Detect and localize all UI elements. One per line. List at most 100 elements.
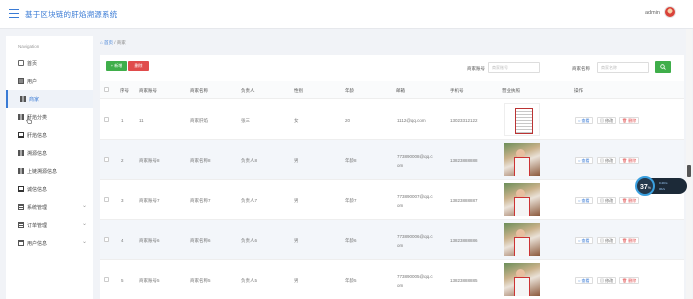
breadcrumb-home[interactable]: ⌂ 首页 bbox=[100, 40, 113, 45]
cell-phone: 13823888886 bbox=[450, 238, 478, 243]
monitor-icon bbox=[18, 132, 24, 138]
view-button[interactable]: ○ 查看 bbox=[575, 117, 593, 124]
search-account-input[interactable]: 商家账号 bbox=[488, 62, 540, 73]
column-header: 性别 bbox=[294, 88, 303, 93]
view-button[interactable]: ○ 查看 bbox=[575, 157, 593, 164]
cell-person: 张三 bbox=[241, 118, 250, 123]
sidebar: Navigation 首页用户商家肝焰分类肝焰信息溯源信息上链溯源信息 诚信信息系… bbox=[6, 36, 93, 299]
table-header: 序号 商家账号 商家名称 负责人 性别 年龄 邮箱 手机号 营业执照 操作 bbox=[100, 81, 684, 99]
cell-person: 负责人7 bbox=[241, 198, 258, 203]
edit-button[interactable]: ▤ 修改 bbox=[597, 117, 617, 124]
edit-button[interactable]: ▤ 修改 bbox=[597, 277, 617, 284]
table-row: 5 商家账号5 商家名称5 负责人5 男 年龄5 773890005@qq.c om 13823… bbox=[100, 260, 684, 299]
table-row: 1 11 商家肝焰 张三女 20 1112@qq.com 13023312122 ○ 查看 ▤ … bbox=[100, 100, 684, 140]
license-image[interactable] bbox=[504, 143, 540, 176]
cell-gender: 男 bbox=[294, 198, 299, 203]
scrollbar-track[interactable] bbox=[686, 29, 692, 299]
search-name-input[interactable]: 商家名称 bbox=[597, 62, 649, 73]
cell-age: 年龄5 bbox=[345, 278, 357, 283]
grid-icon bbox=[18, 114, 24, 120]
nav-title: Navigation bbox=[18, 44, 40, 49]
select-all-checkbox[interactable] bbox=[104, 87, 109, 92]
cell-age: 年龄8 bbox=[345, 158, 357, 163]
avatar[interactable] bbox=[664, 6, 676, 18]
chevron-down-icon: ⌄ bbox=[82, 239, 88, 245]
sidebar-item-label: 商家 bbox=[29, 97, 40, 103]
sidebar-item[interactable]: 首页 bbox=[6, 54, 93, 72]
user-name[interactable]: admin bbox=[645, 10, 660, 16]
column-header: 商家名称 bbox=[190, 88, 208, 93]
row-delete-button[interactable]: 🗑 删除 bbox=[619, 157, 640, 164]
search-name-placeholder: 商家名称 bbox=[601, 65, 617, 70]
cell-email-wrap: om bbox=[397, 243, 404, 248]
network-speed-widget[interactable]: 37% 0.2K/s 0K/s bbox=[635, 176, 687, 196]
view-button[interactable]: ○ 查看 bbox=[575, 277, 593, 284]
cell-index: 5 bbox=[121, 278, 124, 283]
row-delete-button[interactable]: 🗑 删除 bbox=[619, 117, 640, 124]
scrollbar-thumb[interactable] bbox=[687, 165, 691, 177]
row-checkbox[interactable] bbox=[104, 197, 109, 202]
license-image[interactable] bbox=[504, 263, 540, 296]
cell-email: 773890006@qq.c bbox=[397, 234, 433, 239]
grid-icon bbox=[18, 168, 24, 174]
cell-index: 2 bbox=[121, 158, 124, 163]
edit-button[interactable]: ▤ 修改 bbox=[597, 157, 617, 164]
home-icon bbox=[18, 60, 24, 66]
search-account-label: 商家账号 bbox=[467, 66, 485, 71]
add-button[interactable]: + 新增 bbox=[106, 61, 127, 71]
cell-name: 商家名称5 bbox=[190, 278, 211, 283]
license-image[interactable] bbox=[504, 103, 540, 136]
window-icon bbox=[18, 240, 24, 246]
sidebar-item-label: 肝焰信息 bbox=[27, 133, 48, 139]
column-header: 操作 bbox=[574, 88, 583, 93]
view-button[interactable]: ○ 查看 bbox=[575, 197, 593, 204]
column-header: 手机号 bbox=[450, 88, 464, 93]
sidebar-item-label: 诚信信息 bbox=[27, 187, 48, 193]
row-delete-button[interactable]: 🗑 删除 bbox=[619, 197, 640, 204]
cell-person: 负责人6 bbox=[241, 238, 258, 243]
table-row: 3 商家账号7 商家名称7 负责人7 男 年龄7 773890007@qq.c om 13823… bbox=[100, 180, 684, 220]
edit-button[interactable]: ▤ 修改 bbox=[597, 237, 617, 244]
sidebar-item[interactable]: 商家 bbox=[6, 90, 93, 108]
cell-name: 商家名称6 bbox=[190, 238, 211, 243]
license-image[interactable] bbox=[504, 223, 540, 256]
cell-gender: 男 bbox=[294, 238, 299, 243]
sidebar-item[interactable]: 肝焰信息 bbox=[6, 126, 93, 144]
sidebar-item-label: 上链溯源信息 bbox=[27, 169, 58, 175]
edit-button[interactable]: ▤ 修改 bbox=[597, 197, 617, 204]
sidebar-item[interactable]: 诚信信息 bbox=[6, 180, 93, 198]
cell-account: 商家账号5 bbox=[139, 278, 160, 283]
column-header: 负责人 bbox=[241, 88, 255, 93]
row-delete-button[interactable]: 🗑 删除 bbox=[619, 277, 640, 284]
upload-speed: 0.2K/s bbox=[659, 181, 668, 185]
license-image[interactable] bbox=[504, 183, 540, 216]
row-checkbox[interactable] bbox=[104, 237, 109, 242]
view-button[interactable]: ○ 查看 bbox=[575, 237, 593, 244]
sidebar-item-label: 用户 bbox=[27, 79, 38, 85]
table-row: 4 商家账号6 商家名称6 负责人6 男 年龄6 773890006@qq.c om 13823… bbox=[100, 220, 684, 260]
hand-cursor-icon bbox=[26, 116, 32, 124]
sidebar-item-label: 订单管理 bbox=[27, 223, 48, 229]
column-header: 序号 bbox=[120, 88, 129, 93]
row-checkbox[interactable] bbox=[104, 277, 109, 282]
sidebar-item[interactable]: 上链溯源信息 bbox=[6, 162, 93, 180]
sidebar-item[interactable]: 用户信息 ⌄ bbox=[6, 234, 93, 252]
row-delete-button[interactable]: 🗑 删除 bbox=[619, 237, 640, 244]
sidebar-item[interactable]: 肝焰分类 bbox=[6, 108, 93, 126]
main-panel: + 新增 删除 商家账号 商家账号 商家名称 商家名称 序号 商家账号 商家名称 负责… bbox=[100, 55, 684, 299]
column-header: 营业执照 bbox=[502, 88, 520, 93]
sidebar-item[interactable]: 溯源信息 bbox=[6, 144, 93, 162]
sidebar-item[interactable]: 订单管理 ⌄ bbox=[6, 216, 93, 234]
cell-email-wrap: om bbox=[397, 283, 404, 288]
search-button[interactable] bbox=[655, 61, 671, 73]
top-bar: 基于区块链的肝焰溯源系统 admin bbox=[0, 0, 693, 29]
delete-button[interactable]: 删除 bbox=[128, 61, 149, 71]
row-checkbox[interactable] bbox=[104, 157, 109, 162]
cell-name: 商家名称7 bbox=[190, 198, 211, 203]
cell-email-wrap: om bbox=[397, 163, 404, 168]
search-icon bbox=[660, 64, 666, 70]
menu-toggle-icon[interactable] bbox=[9, 9, 19, 18]
sidebar-item[interactable]: 系统管理 ⌄ bbox=[6, 198, 93, 216]
sidebar-item[interactable]: 用户 bbox=[6, 72, 93, 90]
row-checkbox[interactable] bbox=[104, 117, 109, 122]
